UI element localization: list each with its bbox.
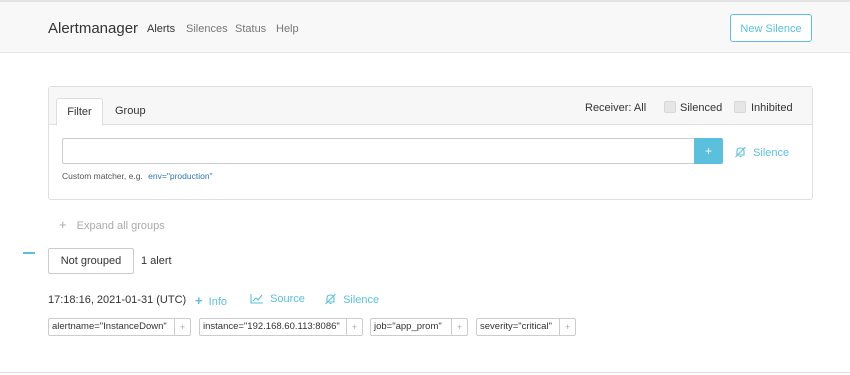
group-button[interactable]: Not grouped bbox=[48, 248, 134, 274]
expand-all-groups[interactable]: + Expand all groups bbox=[59, 217, 165, 232]
filter-input[interactable] bbox=[62, 138, 694, 164]
add-label-filter-button[interactable]: + bbox=[560, 318, 576, 336]
label-alertname[interactable]: alertname="InstanceDown" + bbox=[48, 318, 191, 336]
filter-silence-label: Silence bbox=[753, 147, 790, 159]
alert-silence-link[interactable]: Silence bbox=[324, 293, 379, 306]
inhibited-checkbox[interactable] bbox=[734, 101, 746, 113]
matcher-hint-text: Custom matcher, e.g. bbox=[62, 171, 143, 181]
alert-count: 1 alert bbox=[141, 255, 172, 267]
new-silence-button[interactable]: New Silence bbox=[730, 14, 812, 42]
tab-group[interactable]: Group bbox=[115, 105, 146, 117]
filter-silence-link[interactable]: Silence bbox=[734, 146, 789, 159]
silenced-checkbox[interactable] bbox=[664, 101, 676, 113]
receiver-selector[interactable]: Receiver: All bbox=[585, 102, 646, 114]
tab-filter[interactable]: Filter bbox=[56, 98, 103, 126]
alert-info-link[interactable]: + Info bbox=[195, 293, 227, 308]
plus-icon: + bbox=[59, 217, 67, 232]
nav-help[interactable]: Help bbox=[276, 23, 299, 35]
label-text[interactable]: severity="critical" bbox=[476, 318, 560, 336]
brand-logo[interactable]: Alertmanager bbox=[48, 20, 138, 37]
alert-source-link[interactable]: Source bbox=[250, 293, 305, 305]
label-text[interactable]: alertname="InstanceDown" bbox=[48, 318, 175, 336]
add-label-filter-button[interactable]: + bbox=[175, 318, 191, 336]
label-severity[interactable]: severity="critical" + bbox=[476, 318, 576, 336]
label-instance[interactable]: instance="192.168.60.113:8086" + bbox=[199, 318, 363, 336]
bell-slash-icon bbox=[735, 146, 746, 158]
chart-line-icon bbox=[250, 294, 263, 304]
alert-timestamp: 17:18:16, 2021-01-31 (UTC) bbox=[48, 294, 187, 306]
nav-status[interactable]: Status bbox=[235, 23, 266, 35]
label-text[interactable]: instance="192.168.60.113:8086" bbox=[199, 318, 347, 336]
nav-alerts[interactable]: Alerts bbox=[147, 23, 175, 35]
info-label: Info bbox=[208, 296, 228, 308]
filter-card-header: Filter Group Receiver: All Silenced Inhi… bbox=[49, 87, 812, 126]
silence-label: Silence bbox=[343, 294, 380, 306]
inhibited-label[interactable]: Inhibited bbox=[751, 102, 793, 114]
add-label-filter-button[interactable]: + bbox=[452, 318, 468, 336]
silenced-label[interactable]: Silenced bbox=[680, 102, 722, 114]
collapse-group-icon[interactable] bbox=[23, 252, 35, 254]
label-text[interactable]: job="app_prom" bbox=[370, 318, 452, 336]
add-label-filter-button[interactable]: + bbox=[347, 318, 363, 336]
matcher-hint: Custom matcher, e.g. env="production" bbox=[62, 171, 213, 181]
source-label: Source bbox=[270, 293, 305, 305]
bell-slash-icon bbox=[325, 293, 336, 305]
expand-all-label: Expand all groups bbox=[76, 220, 165, 232]
navbar: Alertmanager Alerts Silences Status Help… bbox=[0, 2, 850, 53]
bottom-divider bbox=[0, 372, 850, 373]
label-job[interactable]: job="app_prom" + bbox=[370, 318, 468, 336]
nav-silences[interactable]: Silences bbox=[186, 23, 228, 35]
filter-card: Filter Group Receiver: All Silenced Inhi… bbox=[48, 86, 813, 200]
add-filter-button[interactable]: + bbox=[694, 138, 723, 164]
matcher-hint-example: env="production" bbox=[148, 171, 213, 181]
plus-icon: + bbox=[195, 293, 203, 308]
